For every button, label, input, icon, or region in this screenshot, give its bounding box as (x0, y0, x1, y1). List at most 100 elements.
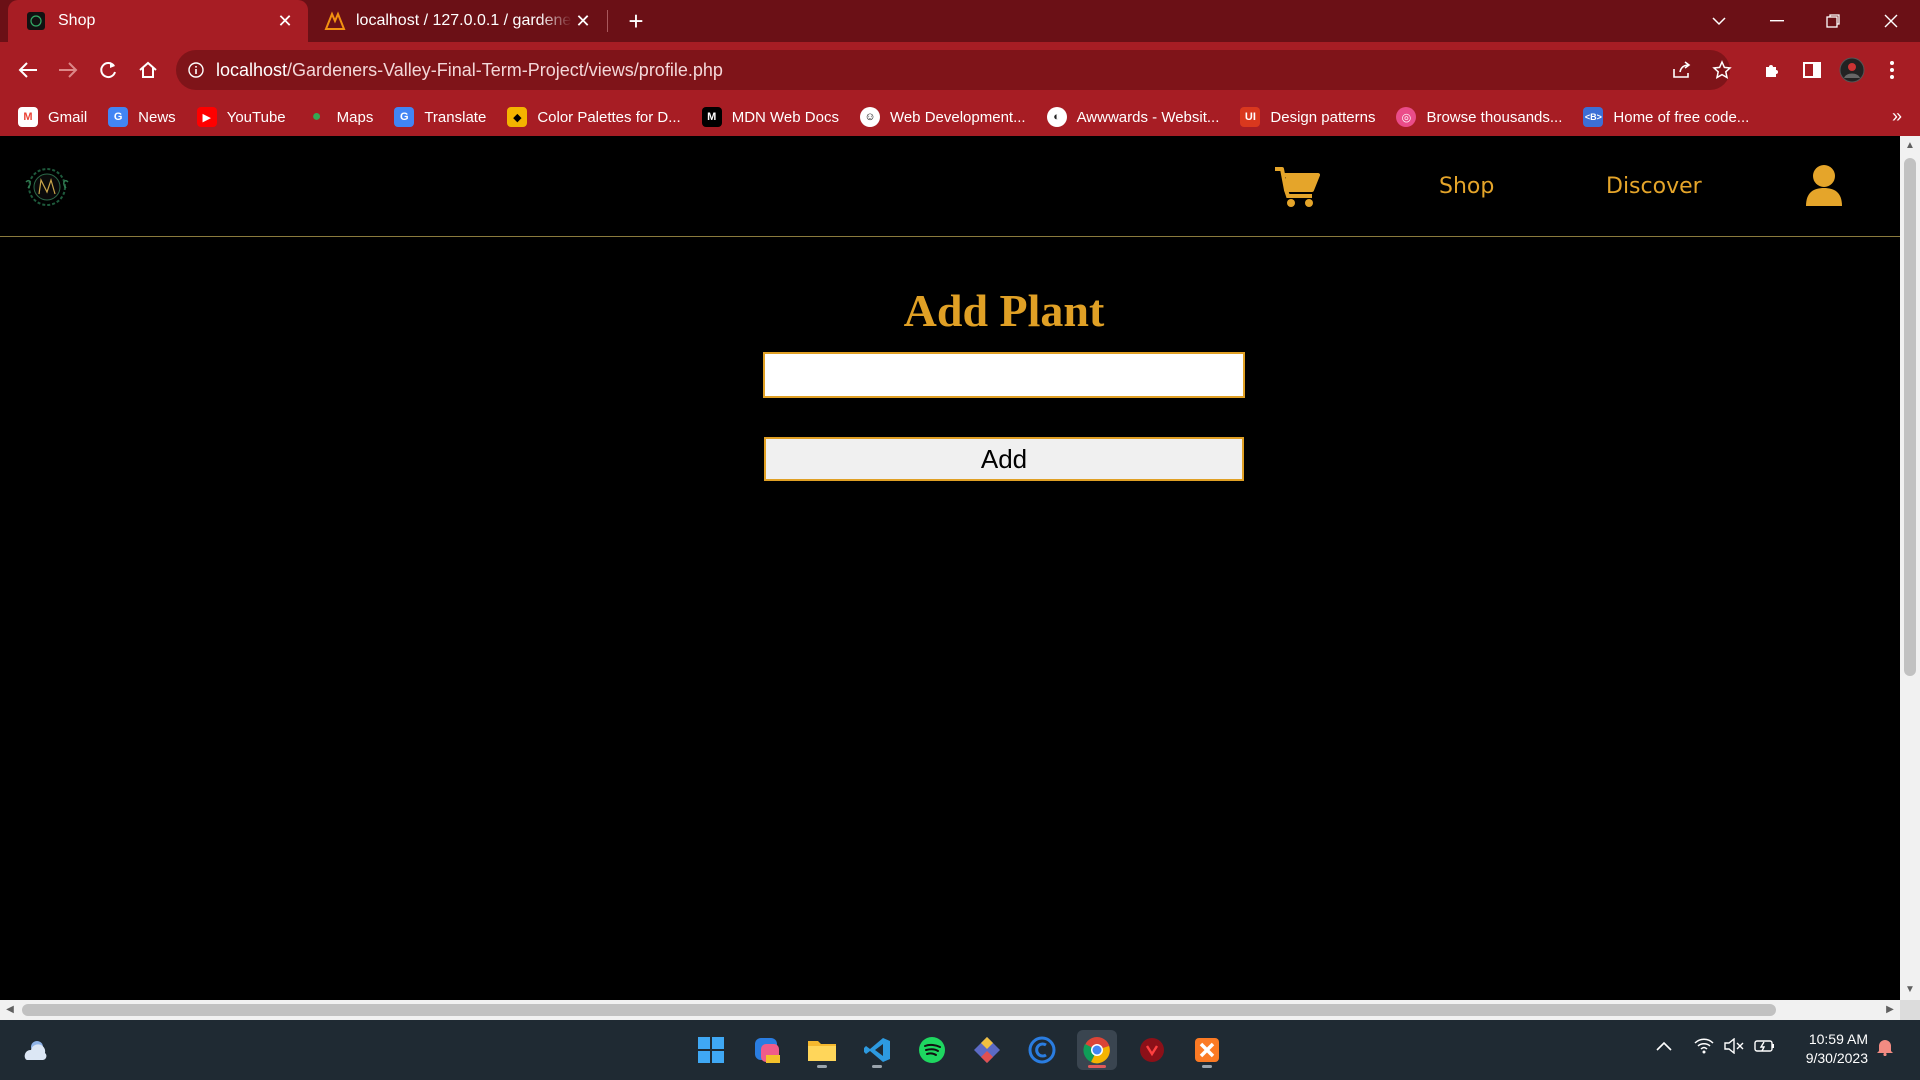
ui-icon: UI (1240, 107, 1261, 127)
xampp-icon[interactable] (1187, 1030, 1227, 1070)
horizontal-scroll-thumb[interactable] (22, 1004, 1776, 1016)
scroll-up-arrow-icon[interactable]: ▲ (1904, 140, 1916, 152)
bookmark-label: News (138, 108, 176, 126)
translate-icon: G (394, 107, 415, 127)
clock-date: 9/30/2023 (1805, 1050, 1868, 1066)
plant-name-input[interactable] (763, 352, 1245, 398)
bookmark-color-palettes[interactable]: ◆ Color Palettes for D... (507, 107, 681, 127)
site-favicon-icon (26, 11, 46, 31)
scroll-right-arrow-icon[interactable]: ▶ (1884, 1004, 1896, 1016)
spotify-icon[interactable] (912, 1030, 952, 1070)
bookmark-free-code[interactable]: <B> Home of free code... (1583, 107, 1749, 127)
bookmark-mdn[interactable]: M MDN Web Docs (701, 107, 839, 127)
cart-icon[interactable] (1274, 166, 1320, 208)
bookmark-label: Awwwards - Websit... (1076, 108, 1220, 126)
bookmark-translate[interactable]: G Translate (394, 107, 486, 127)
youtube-icon: ▶ (196, 107, 217, 127)
bookmarks-bar: M Gmail G News ▶ YouTube ● Maps G Translate ◆… (0, 98, 1920, 136)
tab-close-icon[interactable]: ✕ (274, 10, 296, 32)
running-indicator (1202, 1065, 1212, 1068)
vertical-scrollbar[interactable]: ▲ ▼ (1900, 136, 1920, 1000)
bookmark-label: Translate (424, 108, 487, 126)
webdev-icon: ☺ (859, 107, 880, 127)
ccleaner-icon[interactable] (1022, 1030, 1062, 1070)
bookmark-star-icon[interactable] (1706, 54, 1738, 86)
git-tool-icon[interactable] (967, 1030, 1007, 1070)
scroll-down-arrow-icon[interactable]: ▼ (1904, 984, 1916, 996)
side-panel-icon[interactable] (1796, 54, 1828, 86)
bookmark-youtube[interactable]: ▶ YouTube (196, 107, 286, 127)
address-bar[interactable]: localhost/Gardeners-Valley-Final-Term-Pr… (176, 50, 1730, 90)
nav-link-discover[interactable]: Discover (1606, 174, 1702, 199)
browser-toolbar: localhost/Gardeners-Valley-Final-Term-Pr… (0, 42, 1920, 98)
nav-link-shop[interactable]: Shop (1439, 174, 1494, 199)
bookmark-label: Gmail (48, 108, 88, 126)
vscode-icon[interactable] (857, 1030, 897, 1070)
bookmarks-overflow-icon[interactable]: » (1892, 106, 1902, 127)
extensions-icon[interactable] (1756, 54, 1788, 86)
bookmark-design-patterns[interactable]: UI Design patterns (1240, 107, 1375, 127)
horizontal-scrollbar[interactable]: ◀ ▶ (0, 1000, 1900, 1020)
tab-strip: Shop ✕ localhost / 127.0.0.1 / gardeners… (0, 0, 1920, 42)
gmail-icon: M (18, 107, 38, 127)
phpmyadmin-icon (324, 11, 346, 31)
site-logo[interactable] (20, 164, 74, 210)
url-host: localhost (216, 59, 288, 80)
reload-icon[interactable] (92, 54, 124, 86)
close-window-button[interactable] (1868, 0, 1914, 42)
bookmark-label: Home of free code... (1613, 108, 1750, 126)
copilot-icon[interactable] (747, 1030, 787, 1070)
battery-charging-icon[interactable] (1754, 1038, 1776, 1059)
notification-bell-icon[interactable] (1876, 1038, 1894, 1061)
bookmark-browse-thousands[interactable]: ◎ Browse thousands... (1396, 107, 1562, 127)
bookmark-label: Maps (336, 108, 374, 126)
new-tab-button[interactable]: + (622, 8, 650, 36)
windows-start-icon[interactable] (691, 1030, 731, 1070)
scroll-left-arrow-icon[interactable]: ◀ (4, 1004, 16, 1016)
weather-icon[interactable] (15, 1030, 55, 1070)
volume-muted-icon[interactable] (1724, 1037, 1744, 1059)
bookmark-label: Design patterns (1270, 108, 1376, 126)
taskbar: 10:59 AM 9/30/2023 (0, 1020, 1920, 1080)
menu-kebab-icon[interactable] (1876, 54, 1908, 86)
tab-close-icon[interactable]: ✕ (572, 10, 594, 32)
tab-shop[interactable]: Shop ✕ (8, 0, 308, 42)
bookmark-web-development[interactable]: ☺ Web Development... (859, 107, 1026, 127)
site-navbar: Shop Discover (0, 136, 1900, 237)
system-clock[interactable]: 10:59 AM 9/30/2023 (1786, 1030, 1868, 1068)
wifi-icon[interactable] (1694, 1038, 1714, 1059)
chrome-icon[interactable] (1077, 1030, 1117, 1070)
vertical-scroll-thumb[interactable] (1904, 158, 1916, 676)
tab-phpmyadmin[interactable]: localhost / 127.0.0.1 / gardeners ✕ (316, 0, 606, 42)
tray-overflow-chevron-icon[interactable] (1656, 1038, 1672, 1056)
awwwards-icon: ◐ (1046, 107, 1067, 127)
antivirus-icon[interactable] (1132, 1030, 1172, 1070)
url-path: /Gardeners-Valley-Final-Term-Project/vie… (287, 59, 723, 80)
running-indicator (1088, 1065, 1106, 1068)
bookmark-label: MDN Web Docs (731, 108, 839, 126)
user-profile-icon[interactable] (1804, 164, 1844, 208)
tab-separator (607, 10, 608, 32)
url-text: localhost/Gardeners-Valley-Final-Term-Pr… (216, 60, 723, 81)
page-title: Add Plant (903, 285, 1105, 336)
maps-icon: ● (311, 108, 322, 125)
home-icon[interactable] (132, 54, 164, 86)
restore-button[interactable] (1810, 0, 1856, 42)
bookmark-news[interactable]: G News (108, 107, 176, 127)
tab-title: localhost / 127.0.0.1 / gardeners (356, 12, 572, 29)
dribbble-icon: ◎ (1396, 107, 1417, 127)
running-indicator (817, 1065, 827, 1068)
back-icon[interactable] (12, 54, 44, 86)
tab-search-icon[interactable] (1696, 0, 1742, 42)
file-explorer-icon[interactable] (802, 1030, 842, 1070)
profile-avatar[interactable] (1836, 54, 1868, 86)
add-plant-button[interactable]: Add (764, 437, 1244, 481)
bookmark-maps[interactable]: ● Maps (307, 107, 374, 127)
minimize-button[interactable] (1754, 0, 1800, 42)
bookmark-gmail[interactable]: M Gmail (18, 107, 87, 127)
site-info-icon[interactable] (176, 62, 216, 78)
page-viewport: Shop Discover Add Plant Add (0, 136, 1900, 1000)
forward-icon[interactable] (52, 54, 84, 86)
share-icon[interactable] (1666, 54, 1698, 86)
bookmark-awwwards[interactable]: ◐ Awwwards - Websit... (1046, 107, 1220, 127)
